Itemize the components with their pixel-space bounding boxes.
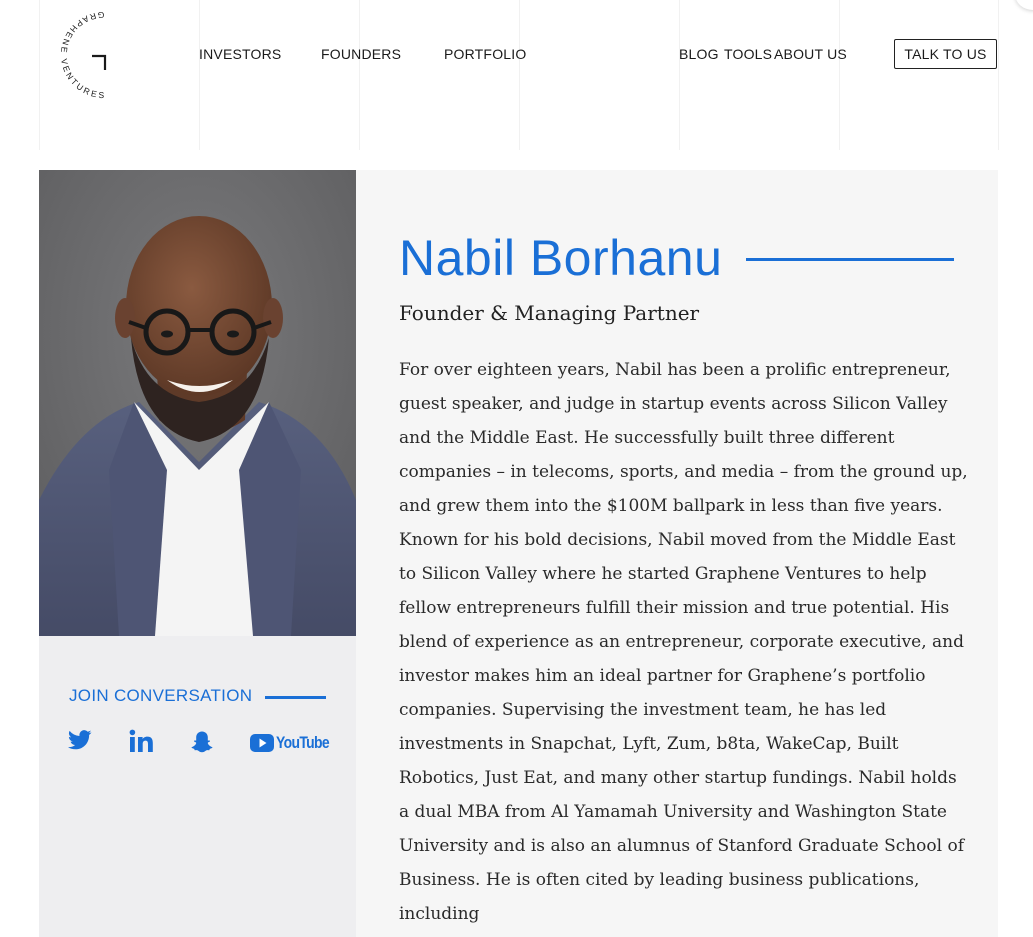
snapchat-icon[interactable]: [190, 730, 214, 759]
twitter-icon[interactable]: [68, 730, 92, 755]
profile-title: Founder & Managing Partner: [399, 301, 700, 325]
heading-rule: [265, 696, 326, 699]
profile-main: Nabil Borhanu Founder & Managing Partner…: [356, 170, 998, 937]
youtube-label: YouTube: [276, 733, 330, 752]
talk-to-us-button[interactable]: TALK TO US: [894, 39, 997, 69]
graphene-ventures-logo[interactable]: GRAPHENE VENTURES: [52, 4, 116, 104]
profile-bio: For over eighteen years, Nabil has been …: [399, 360, 968, 924]
nav-about-us[interactable]: ABOUT US: [774, 46, 847, 62]
linkedin-icon[interactable]: [129, 729, 153, 758]
corner-widget[interactable]: [1015, 0, 1033, 10]
grid-line: [359, 0, 360, 150]
join-conversation-heading: JOIN CONVERSATION: [69, 686, 253, 705]
name-rule: [746, 258, 954, 261]
grid-line: [998, 0, 999, 150]
nav-blog[interactable]: BLOG: [679, 46, 719, 62]
nav-founders[interactable]: FOUNDERS: [321, 46, 401, 62]
grid-line: [519, 0, 520, 150]
profile-name: Nabil Borhanu: [399, 230, 723, 286]
grid-line: [839, 0, 840, 150]
youtube-icon[interactable]: YouTube: [250, 732, 341, 754]
nav-investors[interactable]: INVESTORS: [199, 46, 281, 62]
nav-portfolio[interactable]: PORTFOLIO: [444, 46, 526, 62]
grid-line: [199, 0, 200, 150]
nav-tools[interactable]: TOOLS: [724, 46, 772, 62]
grid-line: [39, 0, 40, 150]
grid-line: [679, 0, 680, 150]
portrait-photo: [39, 170, 356, 636]
profile-sidebar: JOIN CONVERSATION YouTube: [39, 170, 356, 937]
